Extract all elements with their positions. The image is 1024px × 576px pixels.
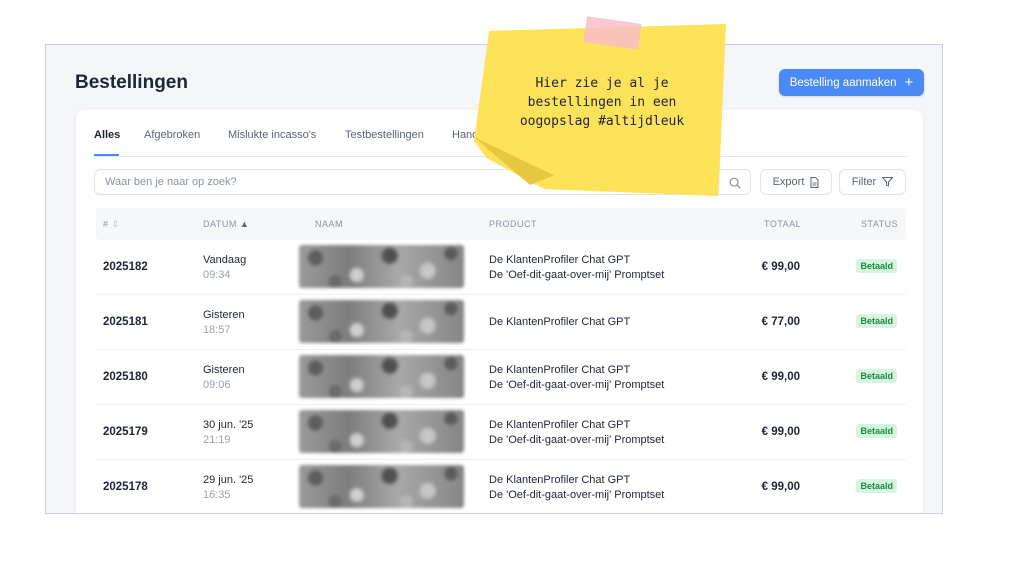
document-icon <box>810 176 819 188</box>
page-title: Bestellingen <box>75 72 188 93</box>
order-product: De 'Oef-dit-gaat-over-mij' Promptset <box>489 489 665 501</box>
blurred-customer-name <box>299 355 464 398</box>
column-id-label: # <box>103 219 109 229</box>
order-total: € 99,00 <box>761 371 800 383</box>
sticky-note-line: bestellingen in een <box>527 95 677 110</box>
table-row[interactable]: 2025179 30 jun. '25 21:19 De KlantenProf… <box>96 405 906 460</box>
plus-icon: + <box>904 74 914 91</box>
order-product: De KlantenProfiler Chat GPT <box>489 419 631 431</box>
order-total: € 99,00 <box>761 261 800 273</box>
column-header-name: NAAM <box>315 219 344 229</box>
order-date: 29 jun. '25 <box>203 474 254 486</box>
order-id: 2025180 <box>103 371 148 383</box>
sticky-note-line: Hier zie je al je <box>535 76 669 91</box>
table-row[interactable]: 2025182 Vandaag 09:34 De KlantenProfiler… <box>96 240 906 295</box>
order-time: 09:34 <box>203 269 231 281</box>
create-order-label: Bestelling aanmaken <box>789 76 897 89</box>
table-row[interactable]: 2025178 29 jun. '25 16:35 De KlantenProf… <box>96 460 906 513</box>
order-product: De KlantenProfiler Chat GPT <box>489 474 631 486</box>
order-id: 2025178 <box>103 481 148 493</box>
export-label: Export <box>772 176 805 188</box>
tab-testbestellingen[interactable]: Testbestellingen <box>345 129 424 141</box>
column-header-total: TOTAAL <box>764 219 802 229</box>
order-product: De 'Oef-dit-gaat-over-mij' Promptset <box>489 379 665 391</box>
column-header-id[interactable]: # ⇕ <box>103 219 120 230</box>
column-header-status: STATUS <box>861 219 899 229</box>
status-badge: Betaald <box>856 369 897 383</box>
column-header-date[interactable]: DATUM ▲ <box>203 219 249 229</box>
order-date: Gisteren <box>203 309 245 321</box>
status-badge: Betaald <box>856 314 897 328</box>
active-tab-indicator <box>94 154 119 156</box>
column-date-label: DATUM <box>203 219 237 229</box>
order-total: € 99,00 <box>761 426 800 438</box>
tab-afgebroken[interactable]: Afgebroken <box>144 129 200 141</box>
sticky-note-line: oogopslag #altijdleuk <box>519 114 685 129</box>
export-button[interactable]: Export <box>760 169 832 195</box>
search-icon[interactable] <box>728 176 742 190</box>
order-total: € 77,00 <box>761 316 800 328</box>
filter-icon <box>882 177 894 187</box>
order-time: 09:06 <box>203 379 231 391</box>
order-product: De KlantenProfiler Chat GPT <box>489 316 631 328</box>
order-date: Vandaag <box>203 254 247 266</box>
table-row[interactable]: 2025181 Gisteren 18:57 De KlantenProfile… <box>96 295 906 350</box>
orders-card: Alles Afgebroken Mislukte incasso's Test… <box>76 110 923 513</box>
status-badge: Betaald <box>856 479 897 493</box>
order-time: 18:57 <box>203 324 231 336</box>
sticky-note-text: Hier zie je al je bestellingen in een oo… <box>497 74 707 131</box>
search-placeholder: Waar ben je naar op zoek? <box>105 176 237 188</box>
blurred-customer-name <box>299 465 464 508</box>
order-total: € 99,00 <box>761 481 800 493</box>
sort-icon: ⇕ <box>111 219 120 229</box>
sort-ascending-icon: ▲ <box>239 219 250 229</box>
status-badge: Betaald <box>856 259 897 273</box>
blurred-customer-name <box>299 245 464 288</box>
tab-mislukte-incassos[interactable]: Mislukte incasso's <box>228 129 316 141</box>
order-product: De 'Oef-dit-gaat-over-mij' Promptset <box>489 434 665 446</box>
status-badge: Betaald <box>856 424 897 438</box>
blurred-customer-name <box>299 300 464 343</box>
order-date: Gisteren <box>203 364 245 376</box>
create-order-button[interactable]: Bestelling aanmaken + <box>779 69 924 96</box>
order-product: De KlantenProfiler Chat GPT <box>489 364 631 376</box>
tab-alles[interactable]: Alles <box>94 129 120 141</box>
blurred-customer-name <box>299 410 464 453</box>
table-header: # ⇕ DATUM ▲ NAAM PRODUCT TOTAAL STATUS <box>96 208 906 240</box>
order-time: 16:35 <box>203 489 231 501</box>
filter-label: Filter <box>851 176 877 188</box>
column-header-product: PRODUCT <box>489 219 537 229</box>
order-id: 2025179 <box>103 426 148 438</box>
order-product: De 'Oef-dit-gaat-over-mij' Promptset <box>489 269 665 281</box>
order-time: 21:19 <box>203 434 231 446</box>
order-id: 2025181 <box>103 316 148 328</box>
order-id: 2025182 <box>103 261 148 273</box>
order-date: 30 jun. '25 <box>203 419 254 431</box>
table-row[interactable]: 2025180 Gisteren 09:06 De KlantenProfile… <box>96 350 906 405</box>
filter-button[interactable]: Filter <box>839 169 906 195</box>
order-product: De KlantenProfiler Chat GPT <box>489 254 631 266</box>
